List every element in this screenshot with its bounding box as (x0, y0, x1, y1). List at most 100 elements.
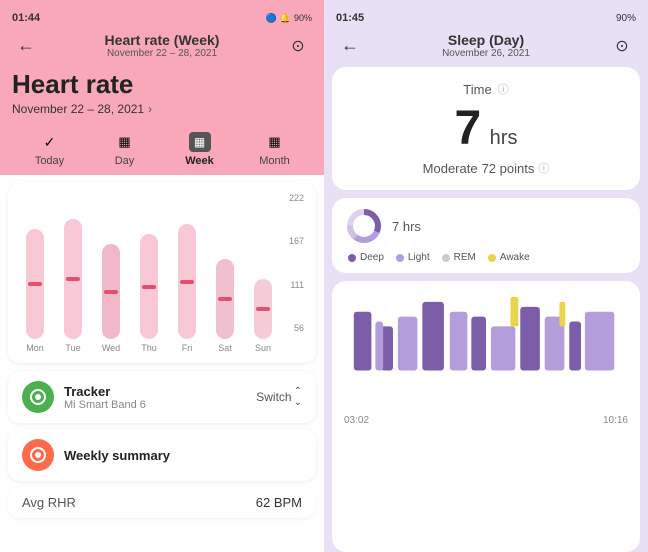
rem-dot (442, 254, 450, 262)
tab-week[interactable]: ▦ Week (162, 132, 237, 167)
right-header-nav: ← Sleep (Day) November 26, 2021 ⊙ (336, 28, 636, 67)
deep-label: Deep (360, 252, 384, 263)
bar-wed: Wed (94, 213, 128, 353)
heart-rate-title-section: Heart rate November 22 – 28, 2021 › (0, 63, 324, 126)
summary-title: Weekly summary (64, 448, 302, 463)
left-panel: 01:44 🔵 🔔 90% ← Heart rate (Week) Novemb… (0, 0, 324, 552)
bar-mon-outer (26, 229, 44, 339)
settings-button-left[interactable]: ⊙ (284, 36, 312, 56)
sleep-chart-svg (344, 291, 628, 401)
tab-day[interactable]: ▦ Day (87, 132, 162, 167)
bar-fri-label: Fri (182, 343, 193, 353)
bar-mon: Mon (18, 213, 52, 353)
weekly-summary-card[interactable]: Weekly summary (8, 429, 316, 481)
chevron-updown-icon: ⌃⌄ (294, 386, 302, 408)
bar-wed-outer (102, 244, 120, 339)
bar-thu-label: Thu (141, 343, 157, 353)
legend-deep: Deep (348, 252, 384, 263)
y-label-167: 167 (280, 236, 304, 246)
donut-card: 7 hrs Deep Light REM Awake (332, 198, 640, 273)
bar-sat-outer (216, 259, 234, 339)
heart-rate-chart: Mon Tue Wed (8, 183, 316, 363)
moderate-info-icon: ⓘ (538, 160, 549, 176)
date-range[interactable]: November 22 – 28, 2021 › (12, 102, 312, 116)
tracker-title: Tracker (64, 384, 256, 399)
awake-dot (488, 254, 496, 262)
deep-dot (348, 254, 356, 262)
sleep-start-time: 03:02 (344, 415, 369, 426)
y-label-56: 56 (280, 323, 304, 333)
page-title-left: Heart rate (Week) (105, 32, 220, 48)
bar-sun: Sun (246, 213, 280, 353)
sleep-moderate-row: Moderate 72 points ⓘ (348, 160, 624, 176)
chevron-right-icon: › (148, 102, 152, 116)
status-time-right: 01:45 (336, 12, 364, 24)
tracker-card-text: Tracker Mi Smart Band 6 (64, 384, 256, 411)
right-page-title: Sleep (Day) (442, 32, 530, 48)
legend-light: Light (396, 252, 430, 263)
summary-card-text: Weekly summary (64, 448, 302, 463)
right-page-subtitle: November 26, 2021 (442, 48, 530, 59)
bar-tue-label: Tue (65, 343, 80, 353)
tab-today[interactable]: ✓ Today (12, 132, 87, 167)
sleep-time-info-icon: ⓘ (498, 81, 509, 97)
tab-day-label: Day (115, 155, 135, 167)
header-title-left: Heart rate (Week) November 22 – 28, 2021 (105, 32, 220, 59)
donut-hours: 7 hrs (392, 219, 421, 234)
bar-thu-line (142, 285, 156, 289)
tab-week-label: Week (185, 155, 214, 167)
bar-mon-label: Mon (26, 343, 44, 353)
notification-icon: 🔔 (280, 13, 291, 24)
bar-wed-label: Wed (102, 343, 120, 353)
bar-fri-outer (178, 224, 196, 339)
sleep-hours-value: 7 (455, 102, 482, 155)
tracker-subtitle: Mi Smart Band 6 (64, 399, 256, 411)
bar-tue: Tue (56, 213, 90, 353)
tab-month[interactable]: ▦ Month (237, 132, 312, 167)
sleep-time-card: Time ⓘ 7 hrs Moderate 72 points ⓘ (332, 67, 640, 190)
bar-sat-line (218, 297, 232, 301)
awake-label: Awake (500, 252, 530, 263)
date-range-text: November 22 – 28, 2021 (12, 102, 144, 116)
back-button-left[interactable]: ← (12, 35, 40, 56)
light-dot (396, 254, 404, 262)
sleep-time-label: Time (463, 82, 491, 97)
summary-icon (22, 439, 54, 471)
sleep-time-labels: 03:02 10:16 (344, 415, 628, 426)
legend-rem: REM (442, 252, 476, 263)
header-nav-left: ← Heart rate (Week) November 22 – 28, 20… (12, 28, 312, 63)
light-label: Light (408, 252, 430, 263)
bar-thu-outer (140, 234, 158, 339)
avg-rhr-label: Avg RHR (22, 495, 76, 510)
battery-left: 90% (294, 13, 312, 23)
status-battery-right: 90% (616, 13, 636, 24)
sleep-value-display: 7 hrs (348, 101, 624, 156)
chart-bars: Mon Tue Wed (16, 193, 280, 353)
y-label-111: 111 (280, 280, 304, 290)
bar-tue-line (66, 277, 80, 281)
tab-today-label: Today (35, 155, 64, 167)
back-button-right[interactable]: ← (336, 35, 364, 56)
rem-label: REM (454, 252, 476, 263)
y-axis: 222 167 111 56 (280, 193, 308, 353)
tab-week-icon: ▦ (189, 132, 211, 152)
switch-label: Switch (256, 390, 291, 404)
bottom-cards: Tracker Mi Smart Band 6 Switch ⌃⌄ Weekly… (0, 371, 324, 481)
tracker-card[interactable]: Tracker Mi Smart Band 6 Switch ⌃⌄ (8, 371, 316, 423)
tab-bar: ✓ Today ▦ Day ▦ Week ▦ Month (0, 126, 324, 175)
bluetooth-icon: 🔵 (266, 13, 277, 24)
switch-button[interactable]: Switch ⌃⌄ (256, 386, 302, 408)
moderate-label: Moderate (423, 161, 478, 176)
tab-day-icon: ▦ (114, 132, 136, 152)
settings-button-right[interactable]: ⊙ (608, 36, 636, 56)
y-label-222: 222 (280, 193, 304, 203)
avg-rhr-row: Avg RHR 62 BPM (8, 487, 316, 518)
bar-sat: Sat (208, 213, 242, 353)
sleep-chart-card: 03:02 10:16 (332, 281, 640, 552)
tracker-icon (22, 381, 54, 413)
status-bar-right: 01:45 90% (336, 8, 636, 28)
bar-sun-line (256, 307, 270, 311)
tab-month-icon: ▦ (264, 132, 286, 152)
bar-tue-outer (64, 219, 82, 339)
right-header: 01:45 90% ← Sleep (Day) November 26, 202… (324, 0, 648, 67)
